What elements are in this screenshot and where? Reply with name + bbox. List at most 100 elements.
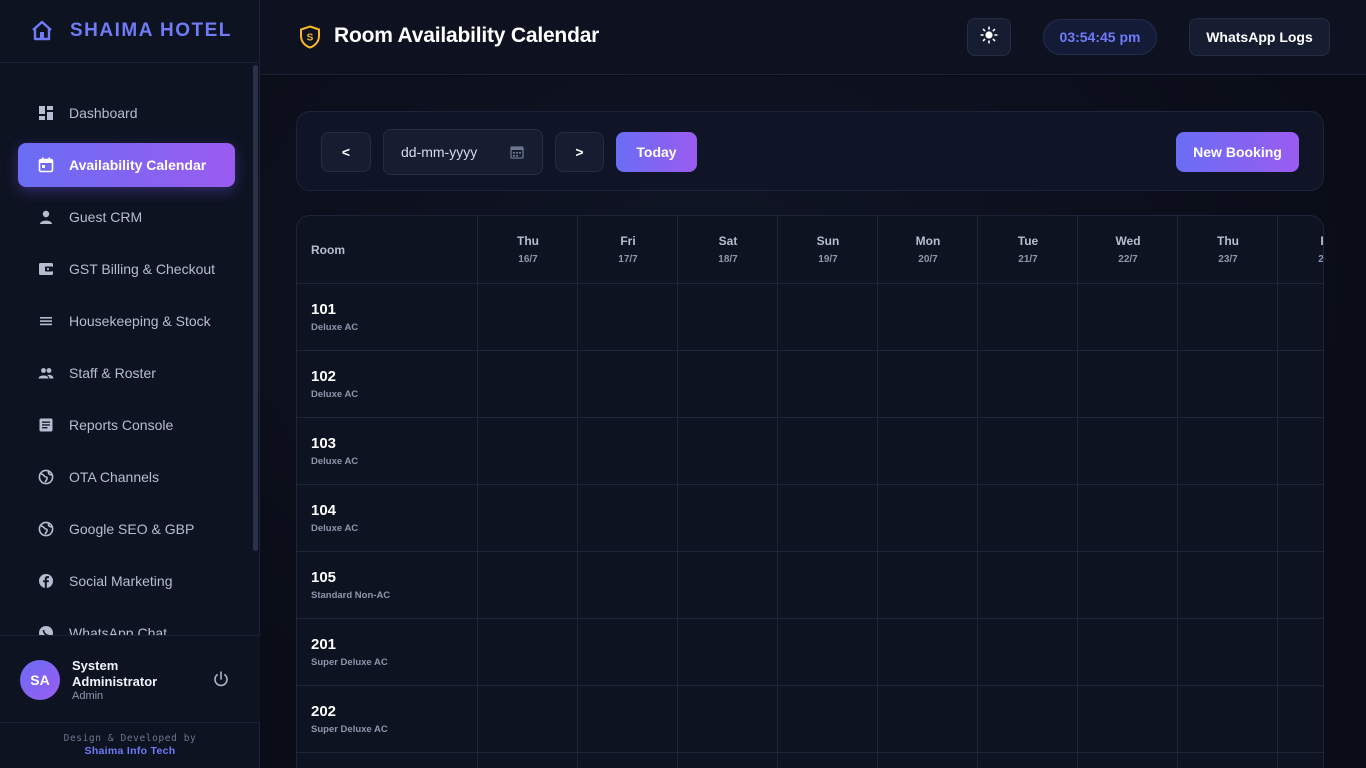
- room-type: Deluxe AC: [311, 389, 359, 400]
- sidebar-item-whatsapp-chat[interactable]: WhatsApp Chat: [18, 611, 235, 635]
- globe-icon: [38, 521, 54, 537]
- sidebar-item-label: Guest CRM: [69, 209, 143, 225]
- today-button[interactable]: Today: [616, 132, 697, 172]
- day-date: 23/7: [1218, 254, 1238, 265]
- sidebar-item-label: OTA Channels: [69, 469, 160, 485]
- people-icon: [38, 365, 54, 381]
- sidebar-item-label: Housekeeping & Stock: [69, 313, 211, 329]
- sidebar-item-label: Staff & Roster: [69, 365, 156, 381]
- credits-line: Design & Developed by: [63, 733, 197, 744]
- page-title: Room Availability Calendar: [334, 24, 600, 47]
- main-content: < dd-mm-yyyy > Today New Booking Room Th…: [260, 76, 1366, 768]
- room-row[interactable]: 101 Deluxe AC: [297, 284, 1323, 351]
- avatar[interactable]: SA: [20, 660, 60, 700]
- sidebar-scrollbar[interactable]: [253, 63, 259, 635]
- sidebar-scroll-thumb[interactable]: [253, 65, 258, 551]
- sidebar-item-dashboard[interactable]: Dashboard: [18, 91, 235, 135]
- calendar-icon: [38, 157, 54, 173]
- room-row[interactable]: 105 Standard Non-AC: [297, 552, 1323, 619]
- sidebar-item-label: Dashboard: [69, 105, 138, 121]
- room-type: Deluxe AC: [311, 456, 359, 467]
- day-name: Sun: [816, 234, 840, 248]
- calendar-icon[interactable]: [510, 145, 524, 159]
- sidebar-item-label: GST Billing & Checkout: [69, 261, 216, 277]
- day-date: 19/7: [818, 254, 838, 265]
- room-number: 103: [311, 435, 337, 452]
- shield-icon: S: [299, 25, 321, 49]
- brand-name: SHAIMA HOTEL: [70, 20, 232, 41]
- room-number: 104: [311, 502, 337, 519]
- sidebar-item-gst-billing[interactable]: GST Billing & Checkout: [18, 247, 235, 291]
- sidebar-item-housekeeping[interactable]: Housekeeping & Stock: [18, 299, 235, 343]
- sidebar-item-reports-console[interactable]: Reports Console: [18, 403, 235, 447]
- room-row[interactable]: 104 Deluxe AC: [297, 485, 1323, 552]
- dashboard-icon: [38, 105, 54, 121]
- sun-icon: [980, 25, 998, 49]
- next-button[interactable]: >: [555, 132, 604, 172]
- theme-toggle-button[interactable]: [967, 18, 1011, 56]
- clock: 03:54:45 pm: [1043, 19, 1157, 55]
- prev-button[interactable]: <: [321, 132, 371, 172]
- whatsapp-icon: [38, 625, 54, 635]
- day-name: Tue: [1017, 234, 1039, 248]
- user-profile: SA System Administrator Admin: [0, 635, 260, 723]
- whatsapp-logs-button[interactable]: WhatsApp Logs: [1189, 18, 1330, 56]
- room-row[interactable]: 102 Deluxe AC: [297, 351, 1323, 418]
- globe-icon: [38, 469, 54, 485]
- sidebar: SHAIMA HOTEL Dashboard Availability Cale…: [0, 0, 260, 768]
- credits-company[interactable]: Shaima Info Tech: [0, 745, 260, 758]
- svg-text:S: S: [307, 33, 314, 44]
- user-name: System Administrator: [72, 658, 158, 689]
- day-date: 24/7: [1318, 254, 1324, 265]
- sidebar-item-label: Reports Console: [69, 417, 174, 433]
- room-column-header: Room: [311, 243, 345, 257]
- lines-icon: [38, 313, 54, 329]
- person-icon: [38, 209, 54, 225]
- sidebar-item-label: Social Marketing: [69, 573, 173, 589]
- wallet-icon: [38, 261, 54, 277]
- calendar-toolbar: < dd-mm-yyyy > Today New Booking: [296, 111, 1324, 191]
- day-name: Thu: [517, 234, 539, 248]
- room-type: Super Deluxe AC: [311, 724, 388, 735]
- room-number: 105: [311, 569, 337, 586]
- home-icon: [30, 19, 54, 43]
- room-type: Deluxe AC: [311, 523, 359, 534]
- day-name: Sat: [718, 234, 738, 248]
- sidebar-item-availability-calendar[interactable]: Availability Calendar: [18, 143, 235, 187]
- user-role: Admin: [72, 690, 104, 702]
- sidebar-item-google-seo[interactable]: Google SEO & GBP: [18, 507, 235, 551]
- sidebar-nav: Dashboard Availability Calendar Guest CR…: [0, 63, 260, 635]
- room-type: Super Deluxe AC: [311, 657, 388, 668]
- room-number: 102: [311, 368, 337, 385]
- day-name: Wed: [1115, 234, 1141, 248]
- brand[interactable]: SHAIMA HOTEL: [0, 0, 259, 63]
- sidebar-item-label: WhatsApp Chat: [69, 625, 168, 635]
- sidebar-item-label: Availability Calendar: [69, 157, 207, 173]
- day-date: 17/7: [618, 254, 638, 265]
- sidebar-item-guest-crm[interactable]: Guest CRM: [18, 195, 235, 239]
- day-name: Fri: [620, 234, 636, 248]
- day-name: Thu: [1217, 234, 1239, 248]
- date-input-placeholder: dd-mm-yyyy: [401, 144, 478, 160]
- new-booking-button[interactable]: New Booking: [1176, 132, 1299, 172]
- top-header: S Room Availability Calendar 03:54:45 pm…: [260, 0, 1366, 75]
- article-icon: [38, 417, 54, 433]
- room-row[interactable]: 103 Deluxe AC: [297, 418, 1323, 485]
- sidebar-item-label: Google SEO & GBP: [69, 521, 195, 537]
- power-icon[interactable]: [212, 670, 230, 688]
- room-row[interactable]: 202 Super Deluxe AC: [297, 686, 1323, 753]
- room-number: 202: [311, 703, 337, 720]
- day-date: 20/7: [918, 254, 938, 265]
- availability-grid: Room Thu 16/7 Fri 17/7 Sat 18/7 Sun 19/7…: [296, 215, 1324, 768]
- sidebar-item-social-marketing[interactable]: Social Marketing: [18, 559, 235, 603]
- sidebar-item-ota-channels[interactable]: OTA Channels: [18, 455, 235, 499]
- room-number: 101: [311, 301, 337, 318]
- day-date: 16/7: [518, 254, 538, 265]
- sidebar-item-staff-roster[interactable]: Staff & Roster: [18, 351, 235, 395]
- day-date: 22/7: [1118, 254, 1138, 265]
- day-name: Mon: [915, 234, 941, 248]
- date-input[interactable]: dd-mm-yyyy: [383, 129, 543, 175]
- room-row[interactable]: 201 Super Deluxe AC: [297, 619, 1323, 686]
- room-number: 201: [311, 636, 337, 653]
- facebook-icon: [38, 573, 54, 589]
